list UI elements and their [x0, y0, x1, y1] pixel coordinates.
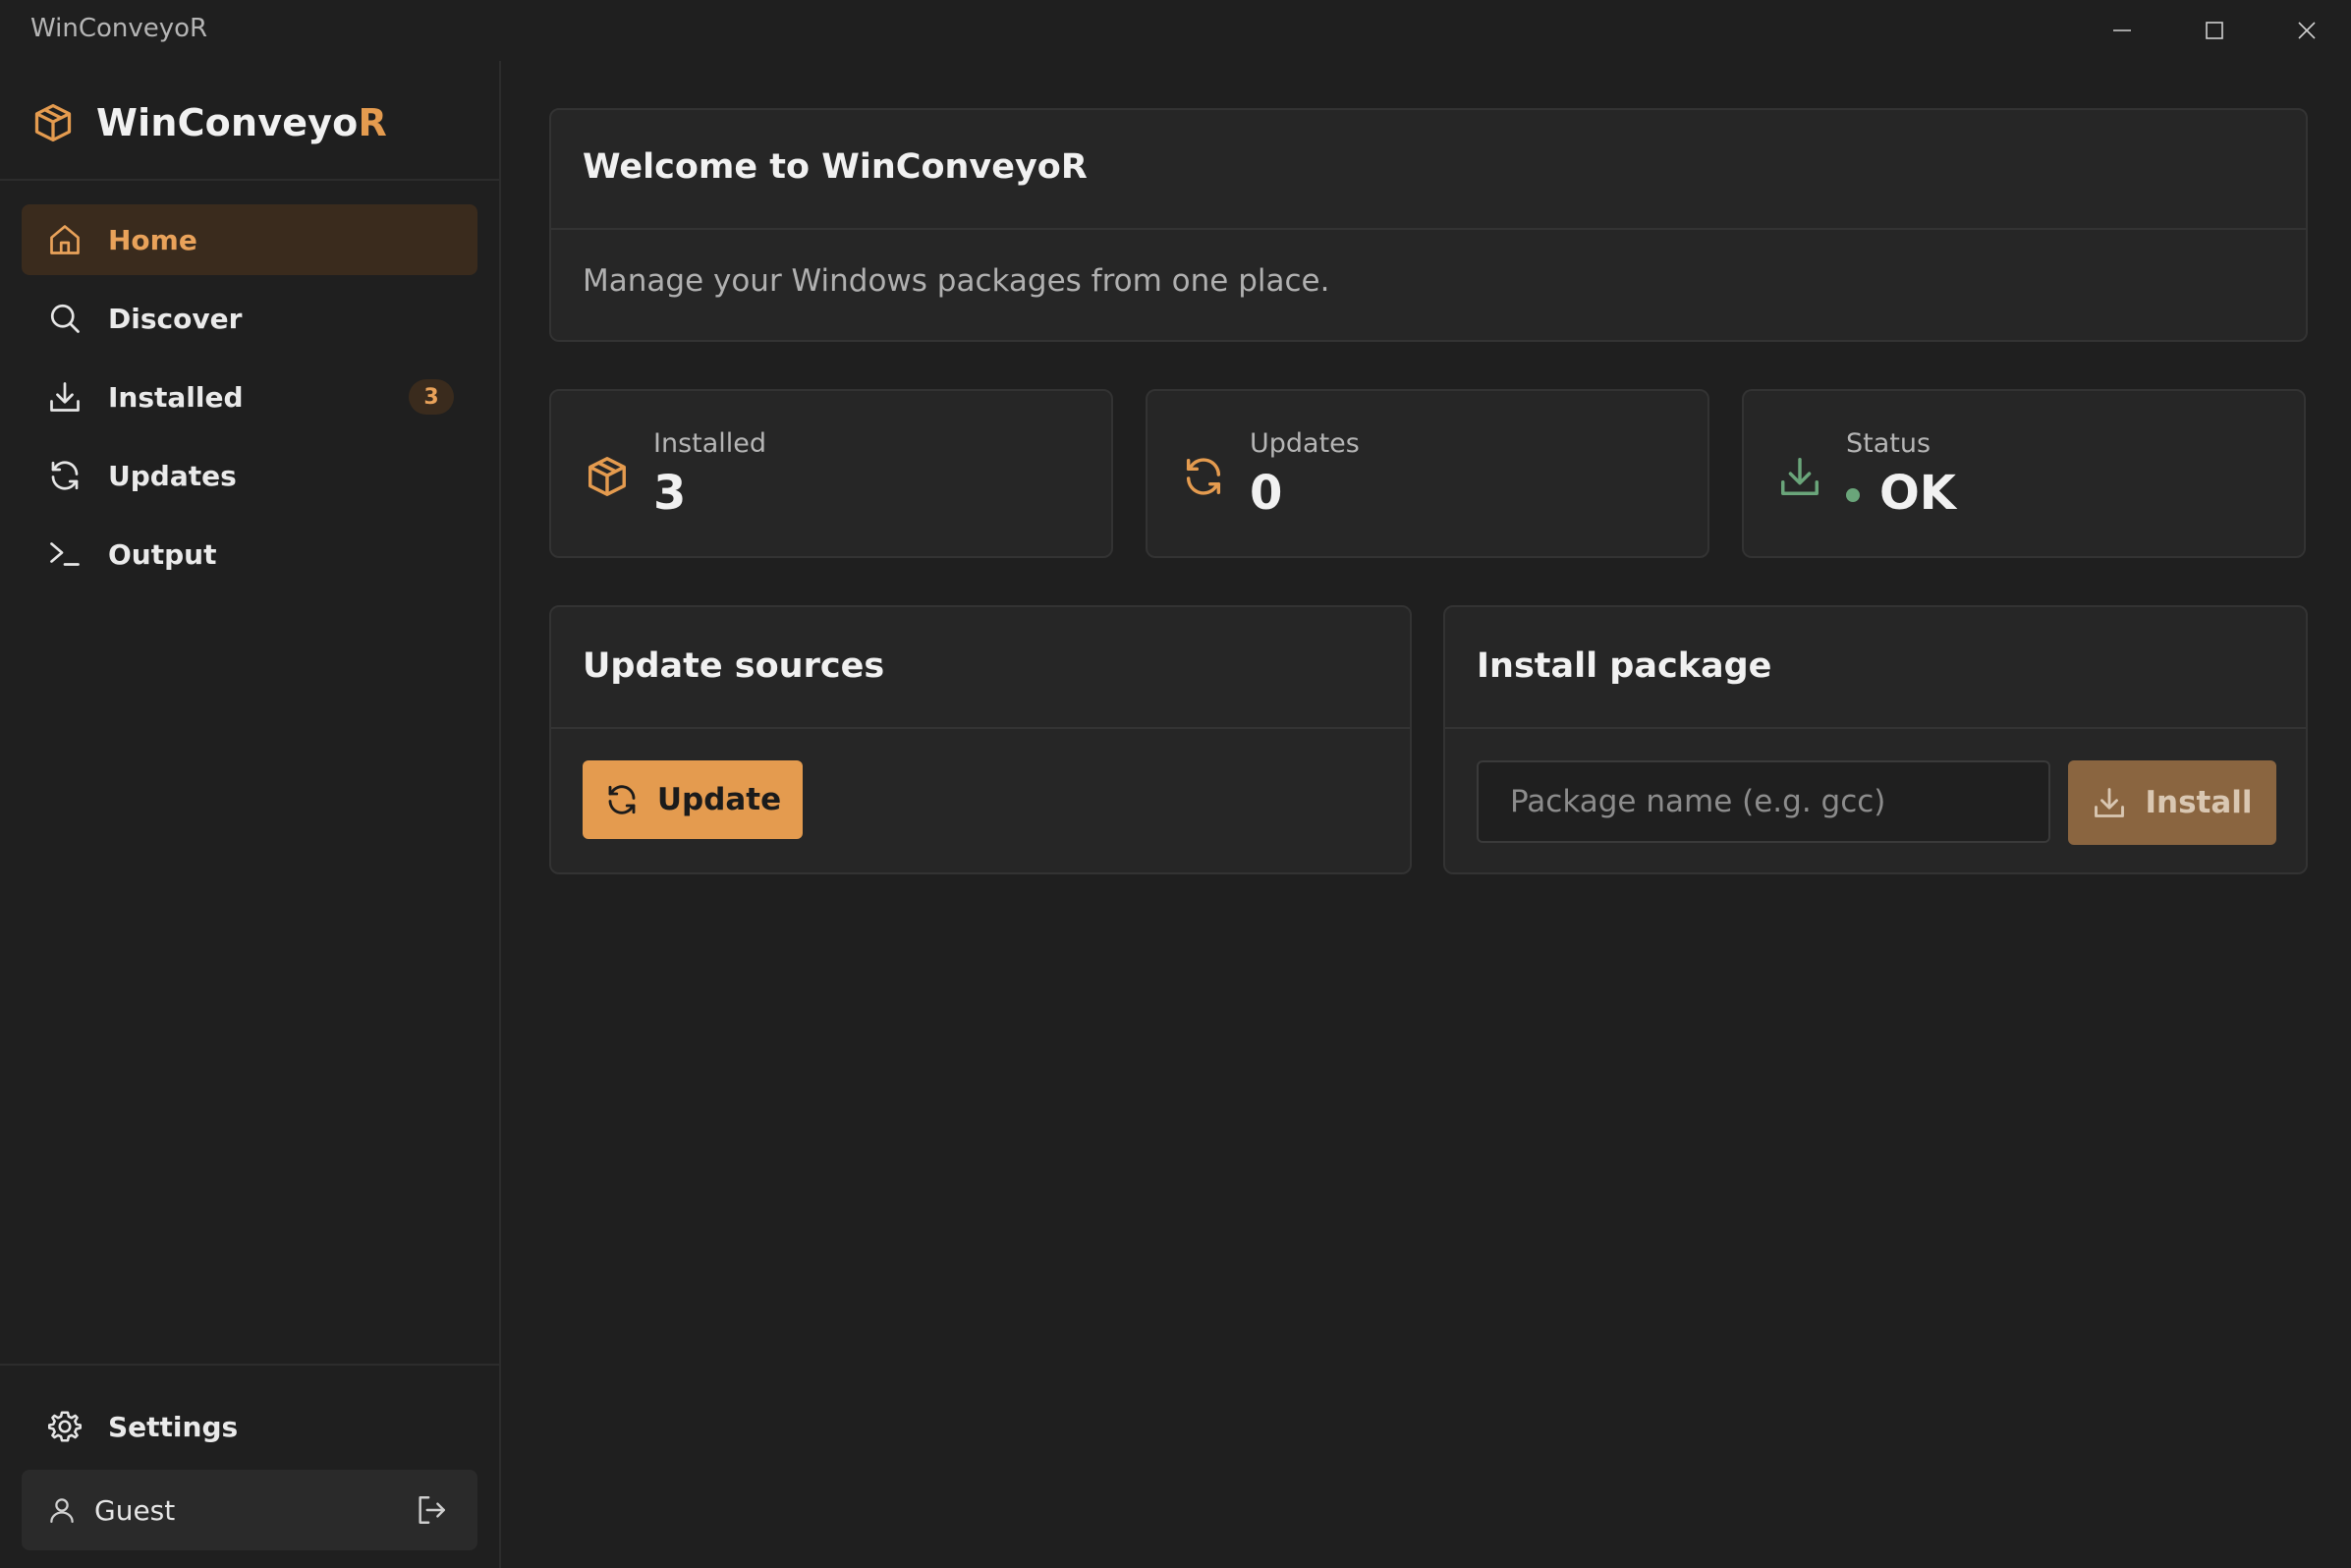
brand: WinConveyoR — [31, 94, 387, 151]
settings-label: Settings — [108, 1410, 239, 1443]
user-account[interactable]: Guest — [22, 1470, 477, 1550]
sidebar-item-label: Output — [108, 537, 217, 571]
sidebar-item-installed[interactable]: Installed 3 — [22, 362, 477, 432]
card-divider — [1445, 727, 2306, 729]
window-title: WinConveyoR — [30, 14, 208, 43]
logout-icon[interactable] — [415, 1493, 448, 1527]
minimize-icon — [2113, 29, 2131, 31]
card-title: Update sources — [583, 646, 885, 686]
stat-card-status: Status OK — [1742, 389, 2306, 558]
gear-icon — [47, 1411, 83, 1442]
close-icon — [2298, 22, 2316, 39]
card-divider — [551, 727, 1410, 729]
sidebar-item-label: Discover — [108, 302, 243, 335]
installed-count-badge: 3 — [409, 379, 454, 415]
title-bar: WinConveyoR — [0, 0, 2351, 61]
sidebar-item-label: Installed — [108, 380, 244, 414]
search-icon — [50, 304, 80, 333]
stat-label: Updates — [1250, 428, 1360, 459]
welcome-card: Welcome to WinConveyoR Manage your Windo… — [549, 108, 2308, 342]
stat-value: 0 — [1250, 466, 1283, 521]
sidebar-item-label: Updates — [108, 459, 237, 492]
sidebar-item-settings[interactable]: Settings — [22, 1391, 477, 1462]
refresh-icon — [1186, 458, 1221, 495]
sidebar-nav: Home Discover Installed 3 Updates Output — [22, 204, 477, 597]
status-indicator-dot — [1846, 488, 1860, 502]
minimize-button[interactable] — [2076, 0, 2168, 61]
download-icon — [50, 382, 80, 412]
stat-label: Status — [1846, 428, 1931, 459]
install-button[interactable]: Install — [2068, 760, 2276, 845]
install-button-label: Install — [2145, 785, 2253, 820]
stat-label: Installed — [653, 428, 767, 459]
welcome-subtitle: Manage your Windows packages from one pl… — [583, 263, 1330, 299]
user-icon — [50, 1498, 74, 1523]
home-icon — [50, 225, 80, 254]
stat-value: 3 — [653, 466, 687, 521]
page-title: Welcome to WinConveyoR — [583, 147, 1088, 187]
download-icon — [1781, 458, 1819, 495]
refresh-icon — [608, 785, 636, 814]
package-icon — [34, 103, 72, 142]
refresh-icon — [51, 461, 79, 490]
card-title: Install package — [1477, 646, 1772, 686]
sidebar-item-home[interactable]: Home — [22, 204, 477, 275]
brand-name: WinConveyoR — [96, 101, 387, 144]
sidebar-item-discover[interactable]: Discover — [22, 283, 477, 354]
install-package-card: Install package Install — [1443, 605, 2308, 874]
sidebar-divider — [0, 1364, 499, 1366]
maximize-icon — [2206, 22, 2223, 39]
sidebar-item-output[interactable]: Output — [22, 519, 477, 589]
update-button[interactable]: Update — [583, 760, 803, 839]
package-name-input[interactable] — [1477, 760, 2050, 843]
update-button-label: Update — [656, 782, 782, 817]
update-sources-card: Update sources Update — [549, 605, 1412, 874]
sidebar-item-updates[interactable]: Updates — [22, 440, 477, 511]
maximize-button[interactable] — [2168, 0, 2261, 61]
stat-card-installed: Installed 3 — [549, 389, 1113, 558]
sidebar-item-label: Home — [108, 223, 197, 256]
sidebar: WinConveyoR Home Discover Installed 3 Up… — [0, 61, 501, 1568]
stat-value: OK — [1879, 466, 1956, 521]
close-button[interactable] — [2261, 0, 2351, 61]
sidebar-divider — [0, 179, 499, 181]
download-icon — [2095, 788, 2125, 817]
app-window: WinConveyoR WinConveyoR Home Discover In… — [0, 0, 2351, 1568]
terminal-icon — [50, 542, 80, 566]
stat-card-updates: Updates 0 — [1146, 389, 1709, 558]
package-icon — [588, 457, 626, 496]
user-name: Guest — [94, 1493, 176, 1527]
card-divider — [551, 228, 2306, 230]
